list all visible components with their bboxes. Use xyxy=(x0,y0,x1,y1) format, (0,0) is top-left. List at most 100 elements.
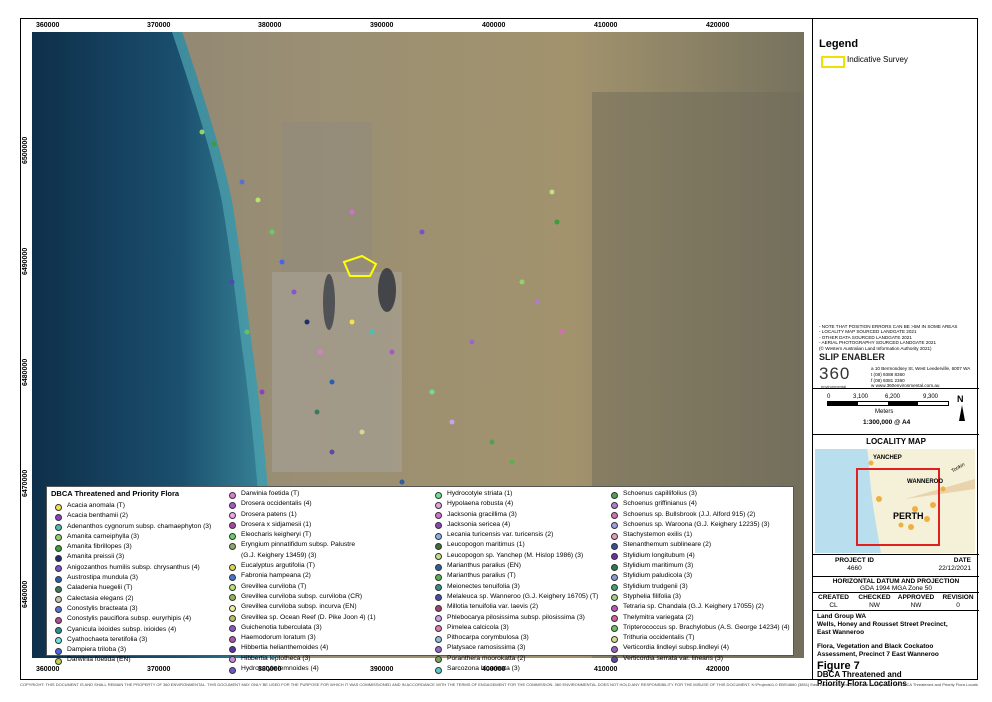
legend-swatch xyxy=(55,606,62,614)
scale-label: 0 xyxy=(827,394,831,400)
x-tick: 420000 xyxy=(706,666,730,673)
legend-swatch xyxy=(55,503,62,511)
legend-swatch xyxy=(435,501,442,509)
legend-swatch xyxy=(55,585,62,593)
flora-legend-column-4: Schoenus capillifolius (3) Schoenus grif… xyxy=(607,489,790,664)
legend-swatch xyxy=(435,563,442,571)
report-line: Assessment, Precinct 7 East Wanneroo xyxy=(817,651,939,658)
place-label-yanchep: YANCHEP xyxy=(873,455,902,461)
copyright-footer: COPYRIGHT: THIS DOCUMENT IS AND SHALL RE… xyxy=(20,682,978,687)
flora-legend-column-2: Darwinia foetida (T) Drosera occidentali… xyxy=(225,489,376,674)
scale-bar-section: 0 3,100 6,200 9,300 Meters 1:300,000 @ A… xyxy=(813,388,979,434)
legend-item: Fabronia hampeana (2) xyxy=(225,571,376,581)
legend-item: Melaleuca sp. Wanneroo (G.J. Keighery 16… xyxy=(431,592,598,602)
date-value: 22/12/2021 xyxy=(938,565,971,572)
legend-swatch xyxy=(435,542,442,550)
scale-unit: Meters xyxy=(875,409,894,415)
legend-item: Cyanicula ixioides subsp. ixioides (4) xyxy=(51,625,211,635)
y-tick: 6470000 xyxy=(22,469,29,497)
client-name: Land Group WA xyxy=(817,613,867,620)
legend-swatch xyxy=(611,594,618,602)
scale-label: 9,300 xyxy=(923,394,939,400)
legend-item: Adenanthos cygnorum subsp. chamaephyton … xyxy=(51,522,211,532)
legend-swatch xyxy=(229,563,236,571)
project-line: Wells, Honey and Rousset Street Precinct… xyxy=(817,621,948,628)
legend-swatch xyxy=(435,512,442,520)
flora-legend-column-1: Acacia anomala (T) Acacia benthamii (2) … xyxy=(51,501,211,666)
legend-swatch xyxy=(435,625,442,633)
x-tick: 360000 xyxy=(36,666,60,673)
legend-item: Calectasia elegans (2) xyxy=(51,594,211,604)
legend-item: Hypolaena robusta (4) xyxy=(431,499,598,509)
north-arrow-icon xyxy=(959,405,965,421)
title-block-panel: Legend Indicative Survey - NOTE THAT POS… xyxy=(812,18,979,687)
legend-swatch xyxy=(611,645,618,653)
legend-item: Stylidium maritimum (3) xyxy=(607,561,790,571)
x-tick: 410000 xyxy=(594,22,618,29)
table-header: CHECKED xyxy=(858,594,891,601)
legend-swatch xyxy=(55,596,62,604)
locality-map-title: LOCALITY MAP xyxy=(866,437,926,446)
legend-swatch xyxy=(611,635,618,643)
legend-swatch xyxy=(55,513,62,521)
table-cell: CL xyxy=(829,602,838,609)
legend-swatch xyxy=(435,491,442,499)
x-tick: 360000 xyxy=(36,22,60,29)
report-line: Flora, Vegetation and Black Cockatoo xyxy=(817,643,934,650)
legend-swatch xyxy=(229,625,236,633)
legend-swatch xyxy=(611,512,618,520)
legend-item: Drosera patens (1) xyxy=(225,510,376,520)
legend-item: Eleocharis keigheryi (T) xyxy=(225,530,376,540)
flora-legend-title: DBCA Threatened and Priority Flora xyxy=(51,489,180,498)
y-tick: 6500000 xyxy=(22,136,29,164)
note-line: (© Western Australian Land Information A… xyxy=(819,345,932,351)
project-info-section: Land Group WA Wells, Honey and Rousset S… xyxy=(813,610,979,687)
legend-swatch xyxy=(229,594,236,602)
legend-item: Styphelia filifolia (3) xyxy=(607,592,790,602)
legend-swatch xyxy=(611,656,618,664)
legend-item: Amanita carneiphylla (3) xyxy=(51,532,211,542)
legend-swatch xyxy=(229,522,236,530)
legend-item: Acacia anomala (T) xyxy=(51,501,211,511)
legend-item: Amanita fibrillopes (3) xyxy=(51,542,211,552)
legend-swatch xyxy=(229,573,236,581)
legend-item: Schoenus sp. Waroona (G.J. Keighery 1223… xyxy=(607,520,790,530)
legend-item: Meionectes tenuifolia (3) xyxy=(431,582,598,592)
y-tick: 6460000 xyxy=(22,580,29,608)
map-notes: - NOTE THAT POSITION ERRORS CAN BE >5M I… xyxy=(819,324,957,351)
flora-legend: DBCA Threatened and Priority Flora Acaci… xyxy=(46,486,794,674)
legend-swatch xyxy=(229,532,236,540)
legend-item: Hibbertia leptotheca (3) xyxy=(225,654,376,664)
legend-swatch xyxy=(435,645,442,653)
legend-swatch xyxy=(435,604,442,612)
table-cell: NW xyxy=(869,602,880,609)
datum-section: HORIZONTAL DATUM AND PROJECTION GDA 1994… xyxy=(813,576,979,592)
legend-item: Schoenus griffinianus (4) xyxy=(607,499,790,509)
legend-item: Grevillea curviloba (T) xyxy=(225,582,376,592)
legend-item: Stylidium paludicola (3) xyxy=(607,571,790,581)
legend-item: Stachystemon exilis (1) xyxy=(607,530,790,540)
legend-item: Cyathochaeta teretifolia (3) xyxy=(51,635,211,645)
report-name: Flora, Vegetation and Black Cockatoo Ass… xyxy=(817,643,939,659)
y-tick: 6480000 xyxy=(22,358,29,386)
legend-item: Poranthera moorokatta (2) xyxy=(431,654,598,664)
x-tick: 380000 xyxy=(258,22,282,29)
legend-swatch xyxy=(55,616,62,624)
company-contact: a 10 Bermondsey St, West Leederville, 60… xyxy=(871,366,970,389)
legend-item: Darwinia foetida (EN) xyxy=(51,655,211,665)
legend-swatch xyxy=(611,532,618,540)
legend-swatch xyxy=(229,584,236,592)
legend-item: Platysace ramosissima (3) xyxy=(431,643,598,653)
north-arrow-label: N xyxy=(957,394,964,404)
legend-item: Conostylis pauciflora subsp. euryrhipis … xyxy=(51,614,211,624)
legend-item: Drosera occidentalis (4) xyxy=(225,499,376,509)
y-tick: 6490000 xyxy=(22,247,29,275)
legend-item: Grevillea curviloba subsp. curviloba (CR… xyxy=(225,592,376,602)
legend-item: Stylidium longitubum (4) xyxy=(607,551,790,561)
legend-item: Leucopogon maritimus (1) xyxy=(431,540,598,550)
legend-item: Grevillea curviloba subsp. incurva (EN) xyxy=(225,602,376,612)
legend-item: Pithocarpa corymbulosa (3) xyxy=(431,633,598,643)
slip-enabler-logo: SLIP ENABLER xyxy=(819,352,885,362)
x-tick: 370000 xyxy=(147,666,171,673)
legend-swatch xyxy=(55,565,62,573)
